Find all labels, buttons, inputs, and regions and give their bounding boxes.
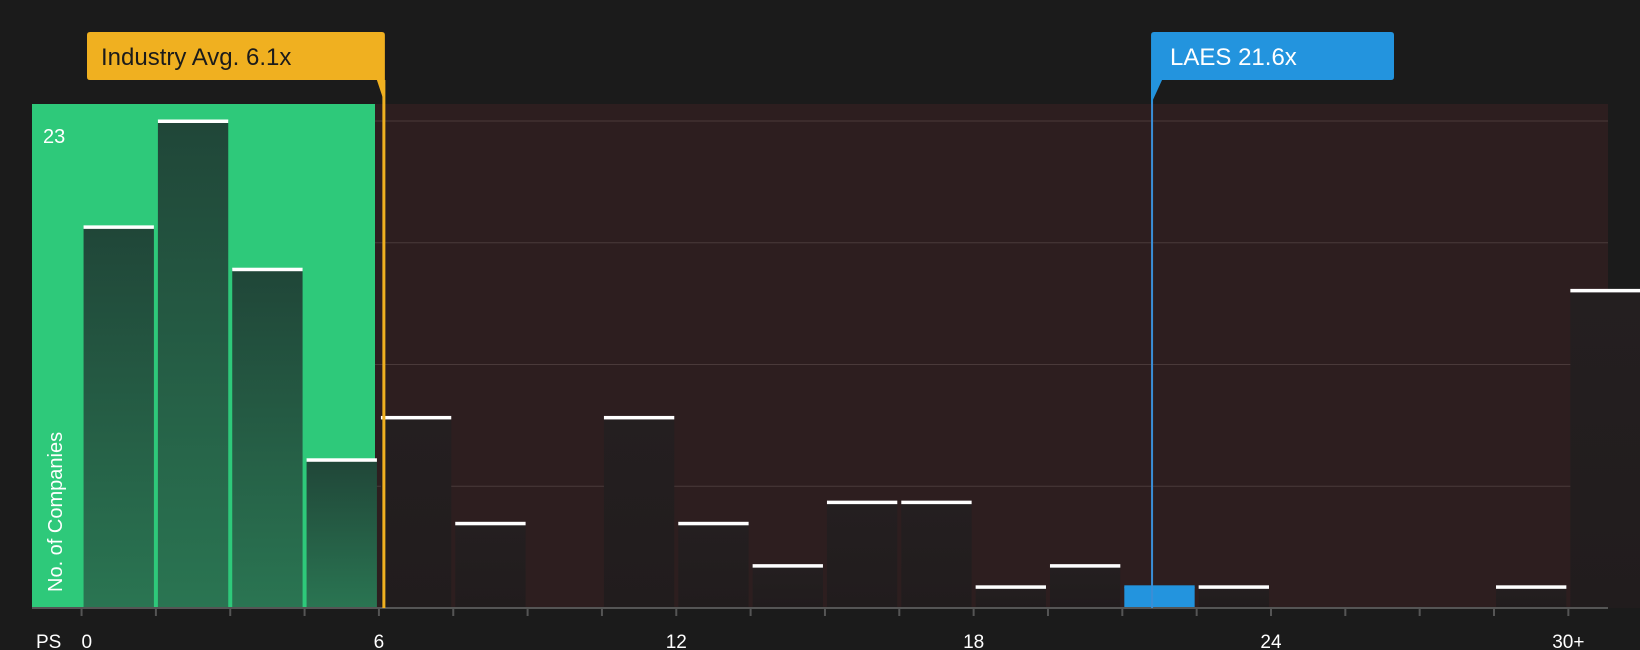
histogram-bar-cap: [603, 415, 675, 420]
histogram-bar: [901, 502, 972, 608]
histogram-bar-cap: [1049, 564, 1121, 568]
histogram-bar-cap: [901, 500, 972, 505]
x-axis-label: PS: [36, 632, 61, 650]
industry-average-callout: Industry Avg. 6.1x: [87, 32, 385, 104]
histogram-bar-cap: [232, 267, 303, 272]
x-tick-labels: 0 6 12 18 24 30+: [82, 632, 1585, 650]
histogram-bar: [157, 121, 229, 608]
x-tick-label: 18: [963, 632, 984, 650]
histogram-bar: [1570, 290, 1640, 608]
x-tick-label: 6: [374, 632, 385, 650]
histogram-bar-cap: [1198, 585, 1269, 589]
histogram-bar: [83, 226, 154, 608]
histogram-bar: [826, 502, 898, 608]
histogram-bar: [232, 269, 303, 608]
x-tick-label: 30+: [1552, 632, 1584, 650]
histogram-bar: [1198, 586, 1269, 608]
histogram-bar-cap: [306, 458, 377, 462]
histogram-bar: [752, 565, 823, 608]
histogram-bar: [1124, 586, 1195, 608]
industry-average-label: Industry Avg. 6.1x: [101, 44, 291, 71]
histogram-bar-cap: [1570, 288, 1640, 293]
histogram-bar-cap: [975, 585, 1046, 589]
y-axis-label: No. of Companies: [45, 432, 67, 592]
histogram-bar: [603, 417, 675, 608]
histogram-bar-cap: [83, 225, 154, 229]
company-callout: LAES 21.6x: [1151, 32, 1394, 104]
x-tick-label: 0: [82, 632, 93, 650]
ps-ratio-histogram: 23 No. of Companies PS 0 6 12 18 24 30+ Indus…: [32, 32, 1640, 650]
histogram-bar-cap: [1496, 585, 1567, 589]
x-tick-label: 12: [666, 632, 687, 650]
histogram-bar-cap: [826, 500, 898, 505]
company-label: LAES 21.6x: [1170, 44, 1297, 71]
histogram-bar: [306, 459, 377, 608]
histogram-bar-cap: [752, 564, 823, 568]
histogram-bar: [1049, 565, 1121, 608]
histogram-bar-cap: [380, 415, 452, 420]
histogram-bar-cap: [157, 119, 229, 123]
histogram-bar: [1496, 586, 1567, 608]
x-tick-label: 24: [1260, 632, 1282, 650]
histogram-bar: [380, 417, 452, 608]
y-max-label: 23: [43, 126, 65, 148]
histogram-bar: [455, 523, 526, 608]
histogram-bar: [975, 586, 1046, 608]
histogram-bar-cap: [678, 521, 749, 526]
histogram-bar: [678, 523, 749, 608]
x-axis-ticks: [80, 608, 1570, 616]
above-average-region: [375, 104, 1608, 608]
histogram-bar-cap: [455, 521, 526, 526]
histogram-bar-cap: [1124, 585, 1195, 589]
